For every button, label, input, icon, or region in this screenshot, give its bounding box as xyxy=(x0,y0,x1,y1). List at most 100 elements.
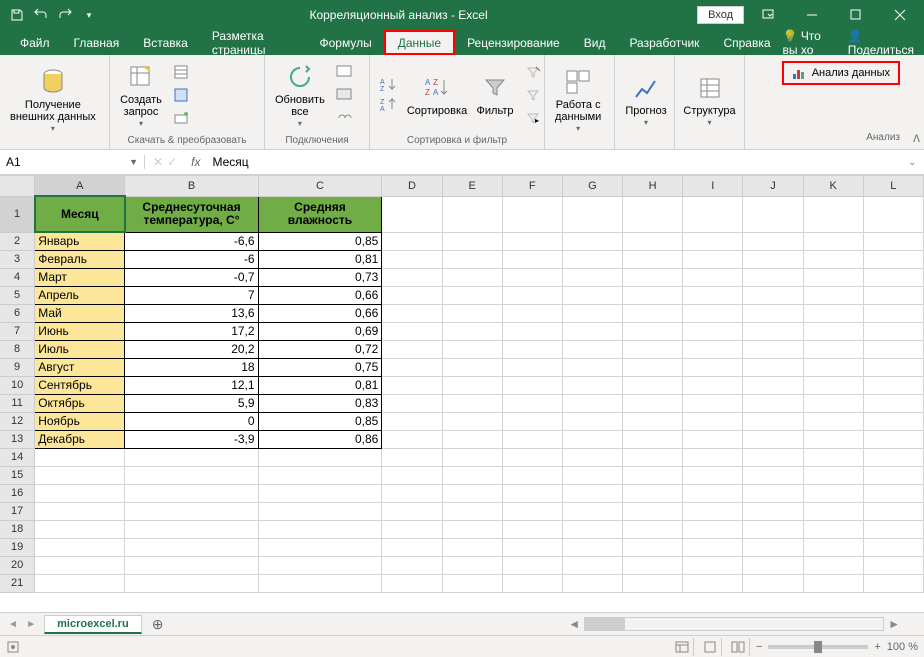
cell[interactable] xyxy=(258,484,382,502)
cell[interactable] xyxy=(382,322,442,340)
cell[interactable] xyxy=(258,520,382,538)
cell[interactable] xyxy=(623,538,683,556)
cell[interactable] xyxy=(683,538,743,556)
cell[interactable] xyxy=(502,484,562,502)
cell[interactable] xyxy=(258,466,382,484)
cell[interactable] xyxy=(743,520,803,538)
sort-za-button[interactable]: ZA xyxy=(376,95,402,115)
cell[interactable] xyxy=(382,340,442,358)
cell[interactable] xyxy=(562,322,622,340)
column-header[interactable]: G xyxy=(562,176,622,196)
cell[interactable] xyxy=(382,556,442,574)
cell[interactable] xyxy=(562,520,622,538)
cell[interactable] xyxy=(382,448,442,466)
cell[interactable] xyxy=(803,358,863,376)
cell[interactable] xyxy=(743,448,803,466)
cell[interactable] xyxy=(743,538,803,556)
undo-button[interactable] xyxy=(30,4,52,26)
cell[interactable] xyxy=(743,394,803,412)
cell[interactable] xyxy=(863,394,923,412)
cell[interactable] xyxy=(863,322,923,340)
cell[interactable] xyxy=(803,448,863,466)
cell[interactable] xyxy=(863,466,923,484)
cell[interactable] xyxy=(35,538,125,556)
cell[interactable] xyxy=(803,412,863,430)
cell[interactable] xyxy=(35,520,125,538)
cell[interactable] xyxy=(743,502,803,520)
sheet-nav-arrows[interactable]: ◄ ► xyxy=(0,619,44,630)
cell[interactable]: 0,66 xyxy=(258,304,382,322)
cell[interactable] xyxy=(502,304,562,322)
cell[interactable] xyxy=(803,520,863,538)
cell[interactable] xyxy=(743,574,803,592)
cell[interactable] xyxy=(803,268,863,286)
cell[interactable] xyxy=(803,502,863,520)
cell[interactable]: Средняявлажность xyxy=(258,196,382,232)
cell[interactable] xyxy=(562,448,622,466)
cell[interactable]: 0,81 xyxy=(258,376,382,394)
cell[interactable] xyxy=(683,394,743,412)
cell[interactable]: Февраль xyxy=(35,250,125,268)
cell[interactable] xyxy=(35,448,125,466)
cell[interactable] xyxy=(863,304,923,322)
cell[interactable] xyxy=(743,286,803,304)
cell[interactable] xyxy=(562,394,622,412)
cell[interactable]: 0 xyxy=(125,412,258,430)
cell[interactable] xyxy=(125,466,258,484)
reapply-button[interactable] xyxy=(522,84,544,106)
cell[interactable] xyxy=(502,286,562,304)
cell[interactable] xyxy=(562,304,622,322)
cell[interactable]: 0,69 xyxy=(258,322,382,340)
column-header[interactable]: A xyxy=(35,176,125,196)
page-layout-view-button[interactable] xyxy=(700,638,722,656)
cell[interactable] xyxy=(125,574,258,592)
cell[interactable] xyxy=(743,268,803,286)
cell[interactable]: Май xyxy=(35,304,125,322)
cell[interactable] xyxy=(863,232,923,250)
cell[interactable] xyxy=(562,268,622,286)
cell[interactable]: 0,86 xyxy=(258,430,382,448)
cell[interactable] xyxy=(442,484,502,502)
cell[interactable] xyxy=(442,376,502,394)
cell[interactable] xyxy=(743,358,803,376)
cell[interactable] xyxy=(863,430,923,448)
tab-help[interactable]: Справка xyxy=(711,30,782,55)
fx-icon[interactable]: fx xyxy=(185,155,206,169)
column-header[interactable]: I xyxy=(683,176,743,196)
cell[interactable] xyxy=(442,430,502,448)
cell[interactable]: 17,2 xyxy=(125,322,258,340)
cell[interactable] xyxy=(442,304,502,322)
cell[interactable]: 0,81 xyxy=(258,250,382,268)
cell[interactable] xyxy=(863,412,923,430)
cell[interactable] xyxy=(382,484,442,502)
cell[interactable] xyxy=(442,196,502,232)
advanced-button[interactable]: ▸ xyxy=(522,107,544,129)
zoom-out-button[interactable]: − xyxy=(756,641,762,653)
cell[interactable] xyxy=(442,358,502,376)
cell[interactable] xyxy=(382,304,442,322)
cell[interactable]: Среднесуточнаятемпература, С° xyxy=(125,196,258,232)
cell[interactable] xyxy=(863,250,923,268)
cell[interactable] xyxy=(502,556,562,574)
column-header[interactable]: F xyxy=(502,176,562,196)
cell[interactable] xyxy=(863,520,923,538)
cell[interactable] xyxy=(562,484,622,502)
create-query-button[interactable]: Создать запрос ▾ xyxy=(116,60,166,131)
cell[interactable] xyxy=(382,574,442,592)
tab-home[interactable]: Главная xyxy=(62,30,132,55)
cell[interactable] xyxy=(683,574,743,592)
horizontal-scrollbar[interactable]: ◄ ► xyxy=(173,617,924,631)
get-external-data-button[interactable]: Получение внешних данных ▾ xyxy=(6,65,100,136)
cell[interactable] xyxy=(562,556,622,574)
cell[interactable] xyxy=(502,430,562,448)
login-button[interactable]: Вход xyxy=(697,6,744,24)
cell[interactable]: 0,73 xyxy=(258,268,382,286)
select-all-corner[interactable] xyxy=(0,176,35,196)
cell[interactable] xyxy=(562,466,622,484)
record-macro-button[interactable] xyxy=(6,640,20,654)
cell[interactable] xyxy=(863,502,923,520)
cell[interactable] xyxy=(683,268,743,286)
cell[interactable] xyxy=(442,340,502,358)
row-header[interactable]: 2 xyxy=(0,232,35,250)
collapse-ribbon-button[interactable]: ᐱ xyxy=(913,134,920,145)
